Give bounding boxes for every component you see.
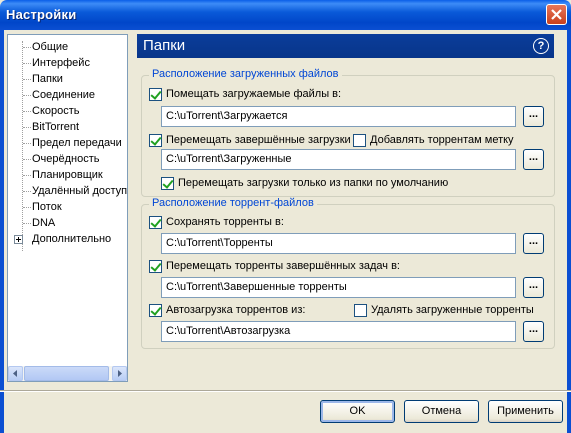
tree-item-label: Дополнительно — [32, 233, 112, 245]
move-finished-torrents-path-input[interactable]: C:\uTorrent\Завершенные торренты — [161, 277, 516, 298]
tree-connector — [23, 47, 31, 48]
settings-window: Настройки Общие Интерфейс Папки Соединен… — [0, 0, 571, 433]
save-torrents-label: Сохранять торренты в: — [166, 216, 284, 228]
window-title: Настройки — [6, 7, 77, 22]
help-icon[interactable]: ? — [533, 38, 549, 54]
window-frame-left — [0, 30, 4, 433]
browse-button[interactable]: ... — [523, 277, 544, 298]
tree-item-advanced[interactable]: Дополнительно — [18, 231, 111, 247]
move-completed-path-input[interactable]: C:\uTorrent\Загруженные — [161, 149, 516, 170]
add-label-label: Добавлять торрентам метку — [370, 134, 514, 146]
arrow-right-icon — [118, 370, 122, 377]
tree-connector — [23, 191, 31, 192]
page-header: Папки ? — [137, 34, 554, 58]
move-completed-checkbox[interactable] — [149, 134, 162, 147]
save-torrents-path-input[interactable]: C:\uTorrent\Торренты — [161, 233, 516, 254]
delete-loaded-label: Удалять загруженные торренты — [371, 304, 534, 316]
add-label-checkbox[interactable] — [353, 134, 366, 147]
scroll-right-button[interactable] — [112, 366, 127, 381]
tree-connector — [23, 175, 31, 176]
cancel-button[interactable]: Отмена — [404, 400, 479, 423]
scroll-thumb[interactable] — [24, 366, 109, 381]
delete-loaded-checkbox[interactable] — [354, 304, 367, 317]
autoload-label: Автозагрузка торрентов из: — [166, 304, 306, 316]
move-completed-label: Перемещать завершённые загрузки — [166, 134, 351, 146]
browse-button[interactable]: ... — [523, 233, 544, 254]
tree-connector — [23, 127, 31, 128]
apply-button[interactable]: Применить — [488, 400, 563, 423]
settings-tree[interactable]: Общие Интерфейс Папки Соединение Скорост… — [7, 34, 128, 382]
tree-connector — [23, 143, 31, 144]
autoload-checkbox[interactable] — [149, 304, 162, 317]
tree-item-remote[interactable]: Удалённый доступ — [18, 183, 127, 199]
tree-connector — [23, 111, 31, 112]
put-downloads-label: Помещать загружаемые файлы в: — [166, 88, 342, 100]
torrent-files-group: Расположение торрент-файлов Сохранять то… — [141, 197, 555, 349]
browse-button[interactable]: ... — [523, 106, 544, 127]
tree-item-transfer-cap[interactable]: Предел передачи — [18, 135, 122, 151]
close-icon — [551, 9, 562, 20]
tree-item-label: Удалённый доступ — [32, 185, 128, 197]
save-torrents-checkbox[interactable] — [149, 216, 162, 229]
tree-connector — [23, 223, 31, 224]
move-finished-torrents-checkbox[interactable] — [149, 260, 162, 273]
browse-button[interactable]: ... — [523, 149, 544, 170]
tree-connector — [23, 63, 31, 64]
browse-button[interactable]: ... — [523, 321, 544, 342]
group-title: Расположение торрент-файлов — [149, 197, 317, 209]
downloaded-files-group: Расположение загруженных файлов Помещать… — [141, 68, 555, 197]
tree-connector — [23, 95, 31, 96]
autoload-path-input[interactable]: C:\uTorrent\Автозагрузка — [161, 321, 516, 342]
put-downloads-path-input[interactable]: C:\uTorrent\Загружается — [161, 106, 516, 127]
arrow-left-icon — [13, 370, 17, 377]
only-from-default-checkbox[interactable] — [161, 177, 174, 190]
only-from-default-label: Перемещать загрузки только из папки по у… — [178, 177, 449, 189]
tree-connector — [23, 159, 31, 160]
window-frame-right — [567, 30, 571, 433]
tree-item-label: Предел передачи — [32, 137, 122, 149]
close-button[interactable] — [546, 4, 567, 25]
scroll-left-button[interactable] — [8, 366, 23, 381]
tree-connector — [23, 207, 31, 208]
group-title: Расположение загруженных файлов — [149, 68, 342, 80]
tree-horizontal-scrollbar[interactable] — [8, 366, 127, 381]
page-title: Папки — [143, 37, 186, 54]
footer-separator — [0, 390, 571, 392]
title-bar[interactable]: Настройки — [0, 0, 571, 30]
move-finished-torrents-label: Перемещать торренты завершённых задач в: — [166, 260, 400, 272]
put-downloads-checkbox[interactable] — [149, 88, 162, 101]
tree-connector — [23, 79, 31, 80]
ok-button[interactable]: OK — [320, 400, 395, 423]
